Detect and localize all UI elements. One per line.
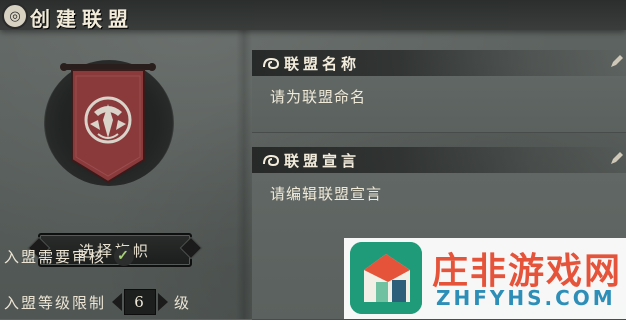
alliance-name-field: 联盟名称 请为联盟命名 bbox=[252, 50, 626, 133]
alliance-declaration-header: 联盟宣言 bbox=[252, 147, 626, 173]
panel-divider bbox=[236, 30, 252, 319]
level-unit-label: 级 bbox=[174, 293, 192, 312]
alliance-name-placeholder: 请为联盟命名 bbox=[270, 88, 367, 106]
check-icon: ✓ bbox=[117, 248, 131, 264]
watermark-logo-icon bbox=[350, 242, 422, 314]
alliance-banner-icon bbox=[60, 63, 156, 184]
alliance-name-label: 联盟名称 bbox=[284, 55, 361, 73]
watermark-subtitle: ZHFYHS.COM bbox=[436, 286, 616, 310]
level-limit-label: 入盟等级限制 bbox=[4, 293, 107, 312]
alliance-banner[interactable] bbox=[38, 42, 178, 202]
alliance-name-input[interactable]: 请为联盟命名 bbox=[252, 76, 626, 133]
edit-icon[interactable] bbox=[608, 151, 624, 167]
require-review-row: 入盟需要审核 ✓ bbox=[0, 243, 135, 269]
swirl-icon bbox=[263, 57, 280, 69]
site-watermark: 庄非游戏网 ZHFYHS.COM bbox=[344, 238, 626, 319]
level-limit-value[interactable]: 6 bbox=[124, 289, 157, 315]
edit-icon[interactable] bbox=[608, 54, 624, 70]
alliance-name-header: 联盟名称 bbox=[252, 50, 626, 76]
decrease-level-button[interactable] bbox=[112, 293, 123, 311]
require-review-label: 入盟需要审核 bbox=[4, 247, 107, 266]
shield-badge-icon: ◎ bbox=[2, 3, 28, 29]
close-button[interactable] bbox=[596, 2, 622, 28]
alliance-declaration-label: 联盟宣言 bbox=[284, 152, 361, 170]
require-review-checkbox[interactable]: ✓ bbox=[114, 246, 135, 266]
alliance-declaration-placeholder: 请编辑联盟宣言 bbox=[270, 185, 383, 203]
swirl-icon bbox=[263, 154, 280, 166]
level-limit-row: 入盟等级限制 6 级 bbox=[0, 289, 191, 315]
page-title: 创建联盟 bbox=[30, 7, 134, 31]
title-bar: ◎ 创建联盟 bbox=[0, 0, 626, 31]
increase-level-button[interactable] bbox=[158, 293, 169, 311]
banner-settings-panel: 选择旗帜 入盟需要审核 ✓ 入盟等级限制 6 级 bbox=[0, 30, 236, 319]
